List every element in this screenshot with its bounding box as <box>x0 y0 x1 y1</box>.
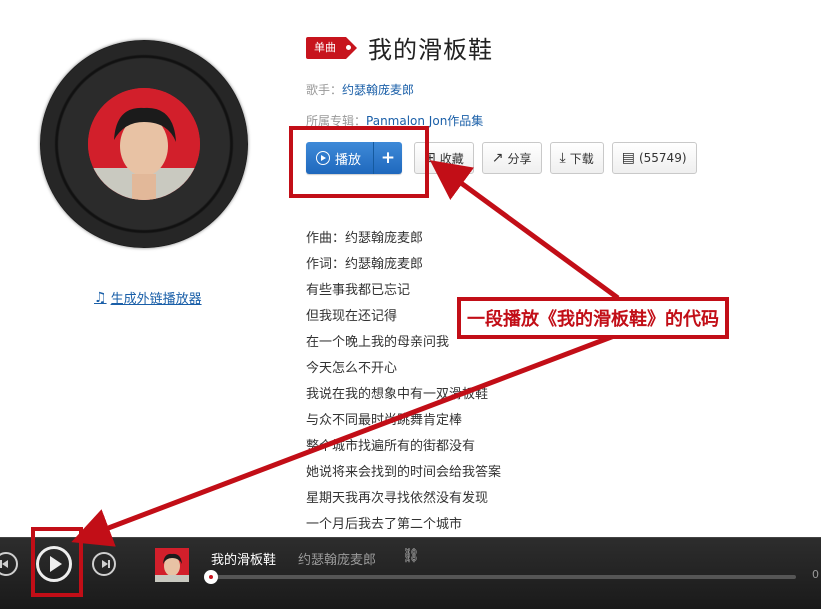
lyric-line: 作词：约瑟翰庞麦郎 <box>306 257 424 272</box>
favorite-label: 收藏 <box>439 151 464 166</box>
link-icon[interactable]: ⛓ <box>402 548 420 564</box>
singer-label: 歌手： <box>306 83 343 97</box>
progress-knob[interactable] <box>204 570 218 584</box>
next-track-icon[interactable] <box>92 552 116 576</box>
bottom-player-bar: 我的滑板鞋 约瑟翰庞麦郎 ⛓ 0 <box>0 537 821 609</box>
single-tag-label: 单曲 <box>314 40 336 54</box>
annotation-label: 一段播放《我的滑板鞋》的代码 <box>457 297 729 339</box>
generate-player-link[interactable]: ♫ 生成外链播放器 <box>94 288 202 308</box>
highlight-play-button <box>289 126 429 198</box>
lyric-line: 她说将来会找到的时间会给我答案 <box>306 465 502 480</box>
comments-count: (55749) <box>638 151 687 165</box>
highlight-player-play <box>31 527 83 597</box>
comments-button[interactable]: ▤ (55749) <box>611 142 697 174</box>
download-button[interactable]: ⤓ 下载 <box>549 142 604 174</box>
lyric-line: 作曲：约瑟翰庞麦郎 <box>306 231 424 246</box>
lyric-line: 一个月后我去了第二个城市 <box>306 517 463 532</box>
singer-link[interactable]: 约瑟翰庞麦郎 <box>342 83 414 97</box>
title-row: 单曲 我的滑板鞋 <box>306 30 493 65</box>
song-title: 我的滑板鞋 <box>368 36 493 64</box>
album-disc <box>40 40 248 248</box>
generate-player-label: 生成外链播放器 <box>110 292 202 307</box>
download-label: 下载 <box>569 151 594 166</box>
progress-track[interactable] <box>206 575 796 579</box>
share-icon: ↗ <box>491 150 504 166</box>
share-button[interactable]: ↗ 分享 <box>481 142 542 174</box>
music-note-icon: ♫ <box>94 289 107 306</box>
tag-dot-icon <box>346 44 351 50</box>
download-icon: ⤓ <box>559 150 566 166</box>
artist-photo <box>88 88 200 200</box>
previous-track-icon[interactable] <box>0 552 18 576</box>
single-tag: 单曲 <box>306 36 357 59</box>
lyric-line: 整个城市找遍所有的街都没有 <box>306 439 476 454</box>
player-song-title: 我的滑板鞋 <box>211 553 277 568</box>
lyric-line: 今天怎么不开心 <box>306 361 398 376</box>
player-thumbnail <box>155 548 189 582</box>
player-time: 0 <box>812 568 819 581</box>
comment-icon: ▤ <box>621 150 635 166</box>
lyric-line: 我说在我的想象中有一双滑板鞋 <box>306 387 489 402</box>
player-artist[interactable]: 约瑟翰庞麦郎 <box>298 549 376 568</box>
lyrics: 作曲：约瑟翰庞麦郎 作词：约瑟翰庞麦郎 有些事我都已忘记 但我现在还记得 在一个… <box>306 226 501 538</box>
lyric-line: 与众不同最时尚跳舞肯定棒 <box>306 413 463 428</box>
lyric-line: 星期天我再次寻找依然没有发现 <box>306 491 489 506</box>
singer-row: 歌手：约瑟翰庞麦郎 <box>306 81 414 98</box>
share-label: 分享 <box>507 151 532 166</box>
